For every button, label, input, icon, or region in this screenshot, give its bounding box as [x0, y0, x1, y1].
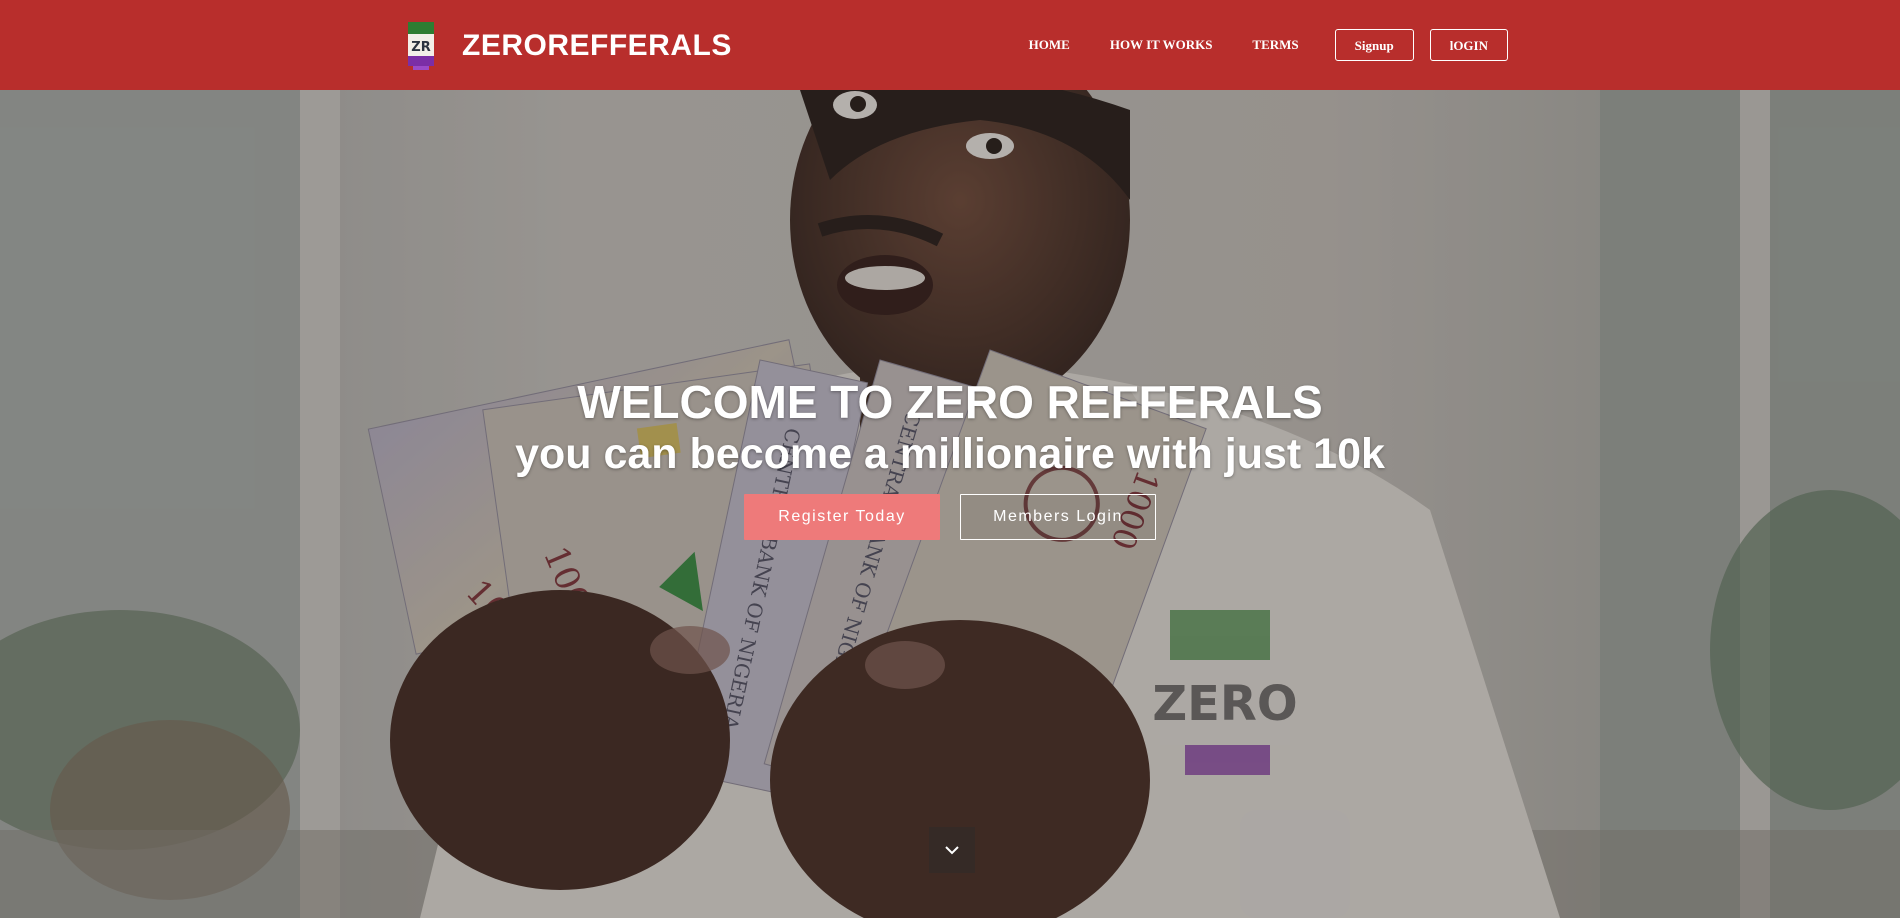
- landing-page: ZR ZEROREFFERALS HOME HOW IT WORKS TERMS…: [0, 0, 1900, 918]
- login-button[interactable]: lOGIN: [1429, 29, 1508, 61]
- hero-title: WELCOME TO ZERO REFFERALS: [577, 376, 1323, 428]
- chevron-down-icon: [945, 846, 959, 855]
- nav-terms-link[interactable]: TERMS: [1252, 37, 1298, 53]
- svg-text:ZR: ZR: [411, 40, 430, 55]
- hero-buttons: Register Today Members Login: [0, 494, 1900, 540]
- main-nav: HOME HOW IT WORKS TERMS Signup lOGIN: [989, 0, 1508, 90]
- signup-button[interactable]: Signup: [1334, 29, 1414, 61]
- members-login-button[interactable]: Members Login: [960, 494, 1156, 540]
- register-today-button[interactable]: Register Today: [744, 494, 940, 540]
- nav-home-link[interactable]: HOME: [1029, 37, 1070, 53]
- brand-link[interactable]: ZR ZEROREFFERALS: [405, 22, 732, 70]
- hero-content: WELCOME TO ZERO REFFERALS you can become…: [0, 376, 1900, 540]
- brand-name: ZEROREFFERALS: [462, 29, 732, 62]
- hero-subtitle: you can become a millionaire with just 1…: [515, 430, 1385, 478]
- nav-how-it-works-link[interactable]: HOW IT WORKS: [1110, 37, 1213, 53]
- hero-section: 1000 1000 CENTRAL BANK OF NIGERIA CENTRA…: [0, 90, 1900, 918]
- top-navbar: ZR ZEROREFFERALS HOME HOW IT WORKS TERMS…: [0, 0, 1900, 90]
- scroll-down-button[interactable]: [929, 827, 975, 873]
- zero-referrals-logo: ZR: [408, 22, 434, 70]
